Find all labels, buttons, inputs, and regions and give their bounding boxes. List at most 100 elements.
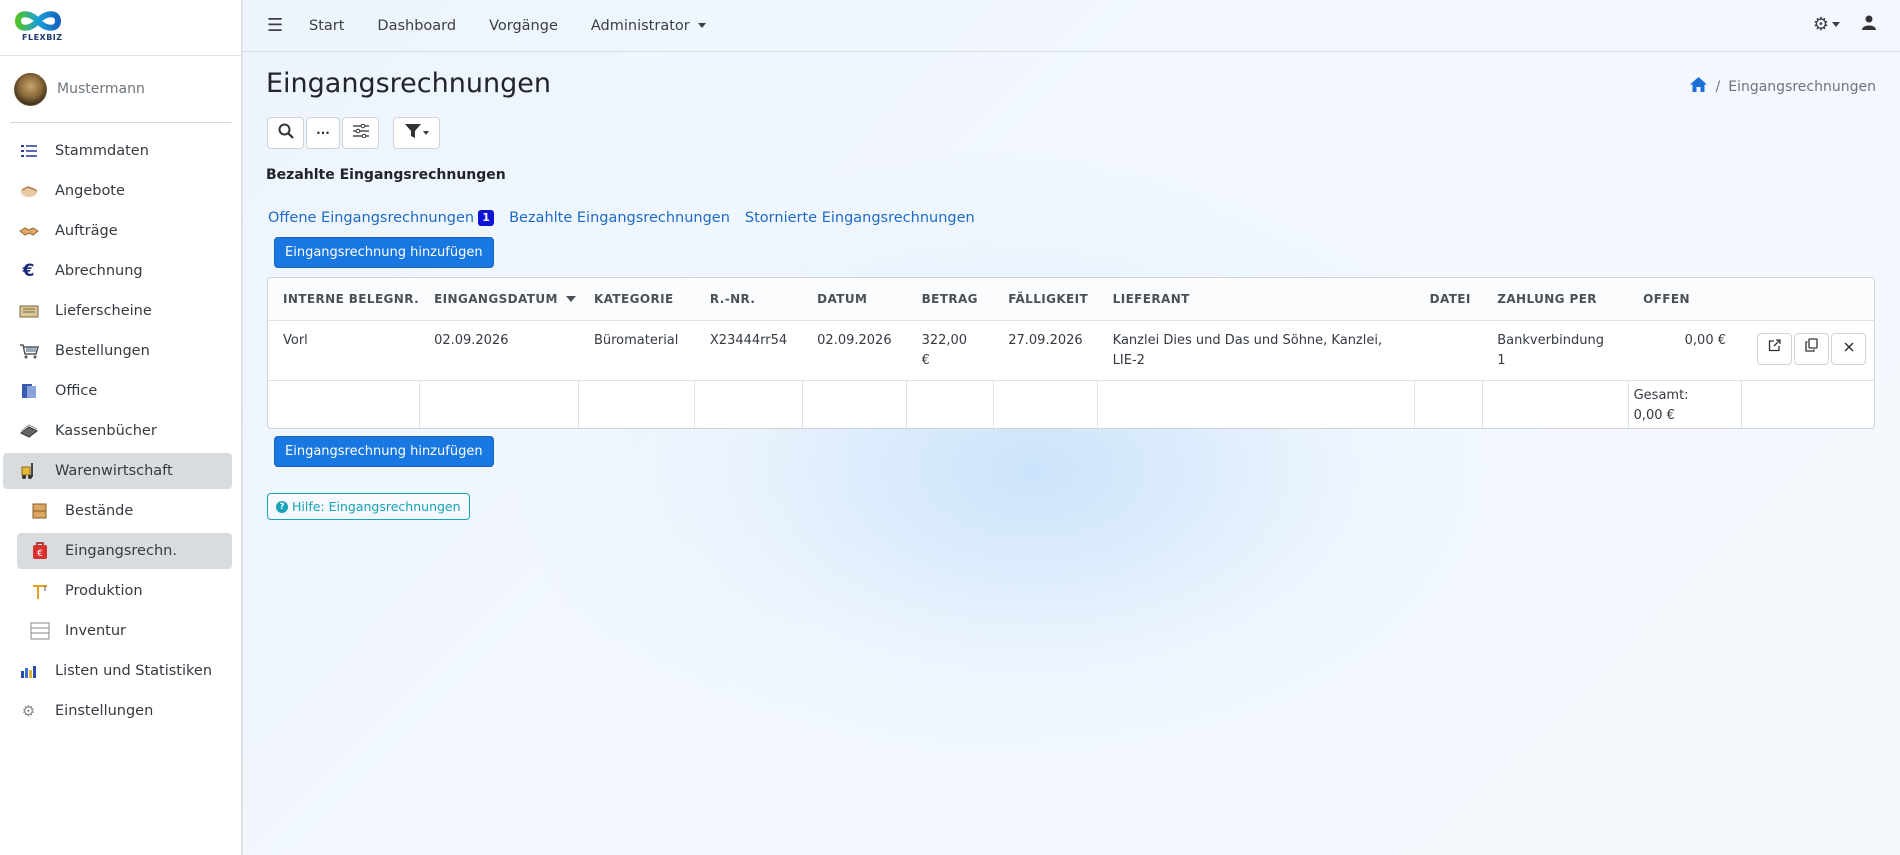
summary-cell	[694, 380, 803, 428]
gear-icon: ⚙	[1812, 14, 1829, 35]
chevron-down-icon	[1832, 22, 1840, 27]
external-link-icon	[1768, 338, 1781, 359]
boxes-icon	[29, 502, 50, 520]
cell-faelligkeit: 27.09.2026	[993, 320, 1098, 381]
page-header: Eingangsrechnungen / Eingangsrechnungen	[243, 52, 1900, 108]
nav-link-vorgaenge[interactable]: Vorgänge	[489, 18, 558, 34]
tab-bezahlte-eingangsrechnungen[interactable]: Bezahlte Eingangsrechnungen	[509, 210, 730, 226]
section-title: Bezahlte Eingangsrechnungen	[266, 167, 506, 183]
sidebar-item-warenwirtschaft[interactable]: Warenwirtschaft	[3, 453, 232, 489]
close-icon	[1843, 339, 1854, 359]
sidebar-item-label: Lieferscheine	[55, 303, 152, 319]
cell-eingangsdatum: 02.09.2026	[419, 320, 579, 381]
total-value: 0,00 €	[1633, 407, 1675, 423]
column-header-actions	[1741, 278, 1874, 321]
sidebar-item-label: Abrechnung	[55, 263, 143, 279]
chevron-down-icon	[697, 23, 706, 28]
cell-betrag: 322,00 €	[906, 320, 994, 381]
column-header-rnr[interactable]: R.-NR.	[694, 278, 803, 321]
tab-label: Offene Eingangsrechnungen	[268, 210, 475, 226]
cell-kategorie: Büromaterial	[578, 320, 695, 381]
nav-dropdown-administrator[interactable]: Administrator	[591, 18, 706, 34]
sliders-icon	[352, 123, 369, 142]
column-settings-button[interactable]	[342, 117, 379, 149]
invoice-icon: €	[29, 542, 50, 560]
column-header-belegnr[interactable]: INTERNE BELEGNR.	[268, 278, 420, 321]
table-summary-row: Gesamt: 0,00 €	[268, 380, 1874, 428]
help-label: Hilfe: Eingangsrechnungen	[292, 499, 461, 514]
add-invoice-button-top[interactable]: Eingangsrechnung hinzufügen	[274, 237, 494, 268]
sidebar-item-auftraege[interactable]: Aufträge	[3, 213, 232, 249]
chevron-down-icon	[422, 131, 429, 135]
sidebar-item-abrechnung[interactable]: € Abrechnung	[3, 253, 232, 289]
sidebar-item-stammdaten[interactable]: Stammdaten	[3, 133, 232, 169]
column-header-datum[interactable]: DATUM	[802, 278, 907, 321]
nav-link-start[interactable]: Start	[309, 18, 344, 34]
column-header-kategorie[interactable]: KATEGORIE	[578, 278, 695, 321]
column-header-zahlung[interactable]: ZAHLUNG PER	[1482, 278, 1629, 321]
user-name: Mustermann	[57, 81, 145, 97]
summary-cell	[578, 380, 696, 428]
home-icon[interactable]	[1689, 76, 1708, 97]
column-header-lieferant[interactable]: LIEFERANT	[1097, 278, 1415, 321]
column-header-datei[interactable]: DATEI	[1414, 278, 1483, 321]
brand-logo[interactable]: FLEXBIZ	[0, 0, 241, 56]
sidebar-item-kassenbuecher[interactable]: Kassenbücher	[3, 413, 232, 449]
open-external-button[interactable]	[1757, 332, 1792, 365]
cell-datum: 02.09.2026	[802, 320, 907, 381]
search-icon	[278, 123, 294, 143]
total-label: Gesamt:	[1633, 387, 1689, 403]
handshake-icon	[18, 182, 39, 200]
add-invoice-button-bottom[interactable]: Eingangsrechnung hinzufügen	[274, 436, 494, 467]
filter-icon	[404, 124, 421, 142]
search-button[interactable]	[267, 117, 304, 149]
sidebar-item-lieferscheine[interactable]: Lieferscheine	[3, 293, 232, 329]
breadcrumb: / Eingangsrechnungen	[1689, 76, 1876, 97]
filter-dropdown-button[interactable]	[393, 117, 440, 149]
sidebar-subitem-inventur[interactable]: Inventur	[17, 613, 232, 649]
copy-button[interactable]	[1794, 332, 1829, 365]
sidebar-item-listen-statistiken[interactable]: Listen und Statistiken	[3, 653, 232, 689]
summary-cell	[802, 380, 908, 428]
gear-icon: ⚙	[21, 702, 36, 720]
svg-text:€: €	[37, 549, 43, 559]
sidebar-item-office[interactable]: Office	[3, 373, 232, 409]
user-icon[interactable]	[1862, 15, 1876, 34]
column-header-eingangsdatum[interactable]: EINGANGSDATUM	[419, 278, 579, 321]
sidebar-item-einstellungen[interactable]: ⚙ Einstellungen	[3, 693, 232, 729]
nav-link-dashboard[interactable]: Dashboard	[377, 18, 456, 34]
help-button[interactable]: ? Hilfe: Eingangsrechnungen	[267, 493, 470, 520]
toolbar: ···	[267, 117, 442, 149]
hamburger-menu-icon[interactable]: ☰	[267, 15, 283, 36]
more-options-button[interactable]: ···	[306, 117, 340, 149]
user-panel[interactable]: Mustermann	[10, 56, 231, 123]
sidebar-item-label: Office	[55, 383, 98, 399]
sidebar-subitem-bestaende[interactable]: Bestände	[17, 493, 232, 529]
sidebar-item-angebote[interactable]: Angebote	[3, 173, 232, 209]
column-header-offen[interactable]: OFFEN	[1628, 278, 1741, 321]
summary-cell	[419, 380, 580, 428]
summary-cell	[268, 380, 420, 428]
sidebar-subitem-eingangsrechnungen[interactable]: € Eingangsrechn.	[17, 533, 232, 569]
column-header-betrag[interactable]: BETRAG	[906, 278, 994, 321]
settings-dropdown[interactable]: ⚙	[1813, 14, 1840, 35]
summary-cell	[1482, 380, 1629, 428]
tab-offene-eingangsrechnungen[interactable]: Offene Eingangsrechnungen 1	[268, 210, 495, 226]
delete-button[interactable]	[1831, 332, 1866, 365]
column-header-faelligkeit[interactable]: FÄLLIGKEIT	[993, 278, 1098, 321]
shelf-icon	[29, 622, 50, 640]
summary-cell	[906, 380, 994, 428]
forklift-icon	[18, 462, 39, 480]
cell-zahlung: Bankverbindung 1	[1482, 320, 1629, 381]
main-content: ☰ Start Dashboard Vorgänge Administrator…	[243, 0, 1900, 855]
sidebar-item-label: Einstellungen	[55, 703, 154, 719]
tab-stornierte-eingangsrechnungen[interactable]: Stornierte Eingangsrechnungen	[745, 210, 975, 226]
sidebar-item-label: Bestände	[65, 503, 134, 519]
table-row[interactable]: Vorl 02.09.2026 Büromaterial X23444rr54 …	[268, 320, 1874, 381]
sidebar-item-bestellungen[interactable]: Bestellungen	[3, 333, 232, 369]
sidebar-subitem-produktion[interactable]: Produktion	[17, 573, 232, 609]
breadcrumb-current: Eingangsrechnungen	[1728, 78, 1876, 95]
page-title: Eingangsrechnungen	[266, 68, 551, 99]
cell-lieferant: Kanzlei Dies und Das und Söhne, Kanzlei,…	[1097, 320, 1415, 381]
summary-cell	[1414, 380, 1483, 428]
